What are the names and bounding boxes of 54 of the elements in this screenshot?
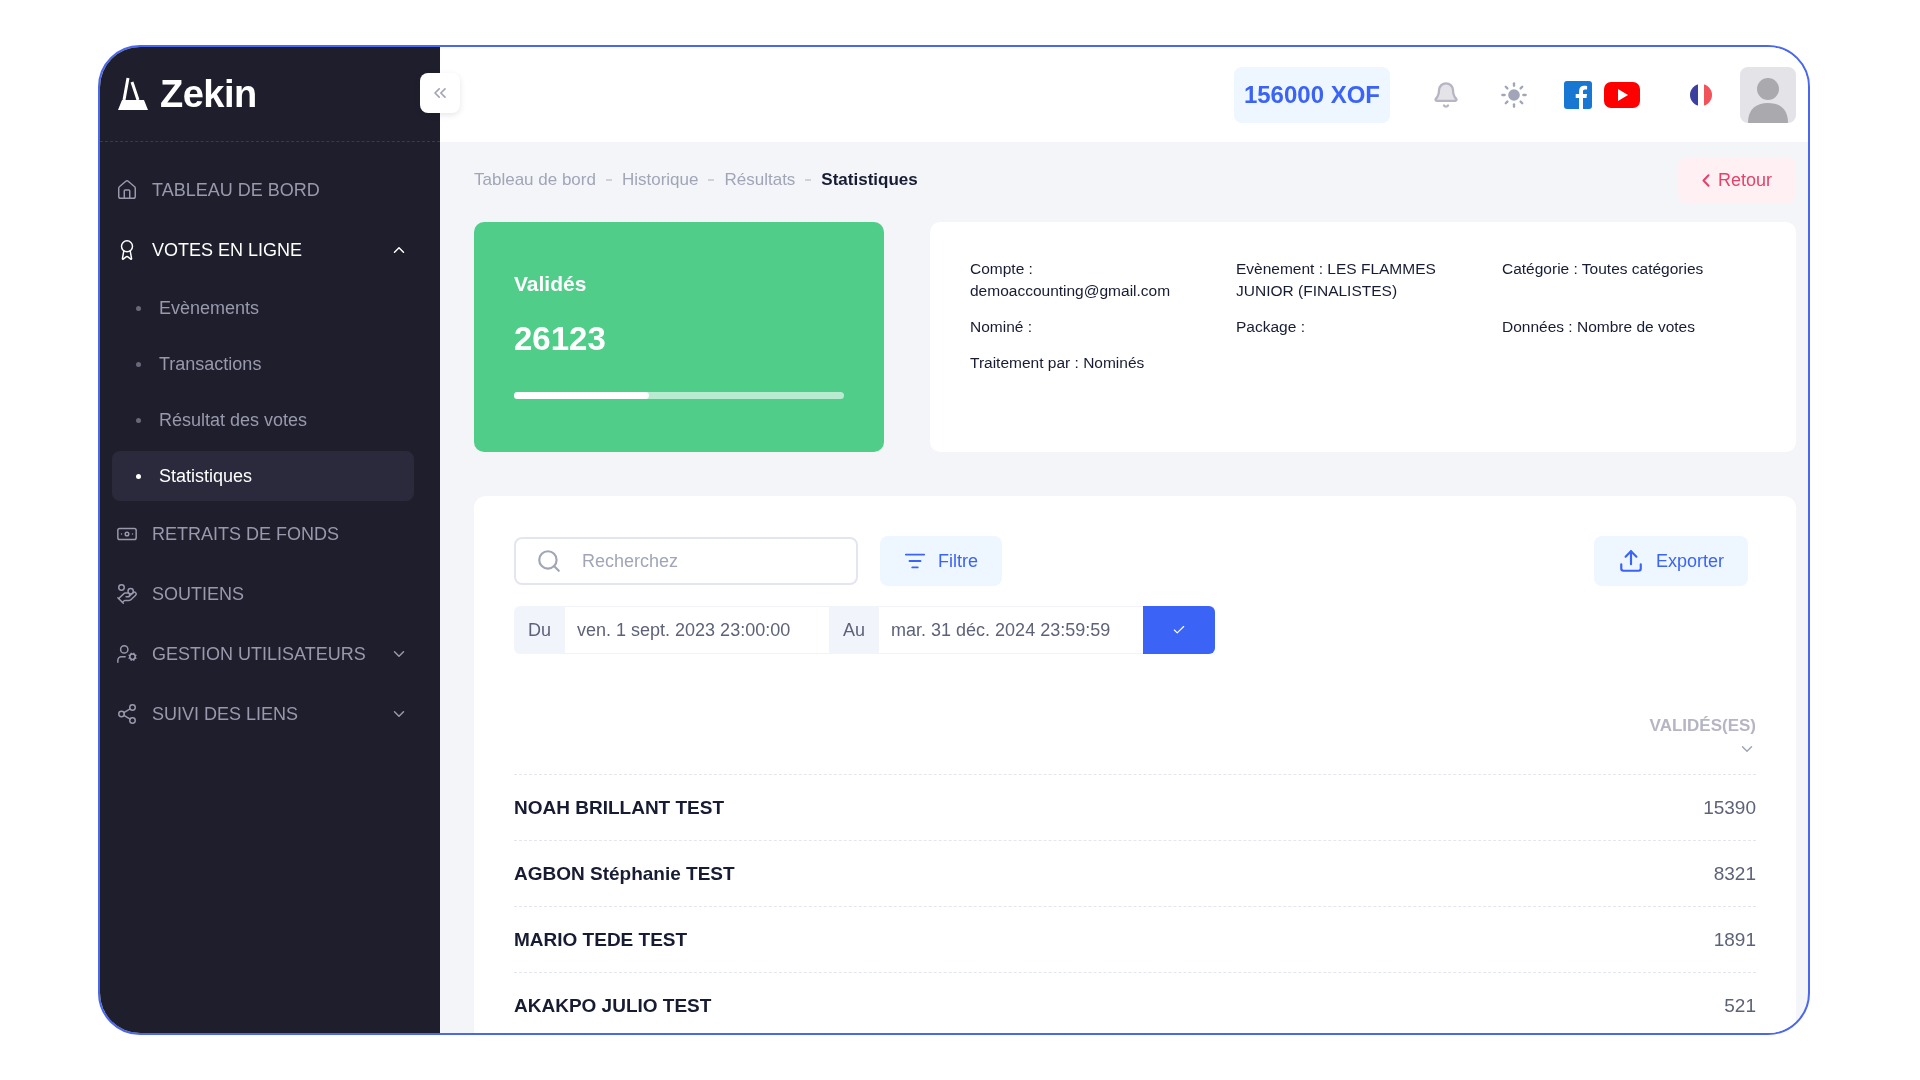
stat-value: 26123 <box>514 320 607 358</box>
info-text: Package : <box>1236 317 1306 337</box>
notifications-button[interactable] <box>1432 80 1460 109</box>
sidebar-item[interactable]: VOTES EN LIGNE <box>112 220 430 280</box>
date-to-label: Au <box>829 606 880 654</box>
sidebar-subitem[interactable]: Evènements <box>112 283 414 333</box>
user-avatar[interactable] <box>1740 66 1796 123</box>
balance-badge: 156000 XOF <box>1233 66 1390 123</box>
apply-dates-button[interactable] <box>1143 606 1216 654</box>
vote-count: 521 <box>1724 994 1756 1017</box>
date-to-field[interactable]: mar. 31 déc. 2024 23:59:59 <box>879 606 1144 654</box>
nominee-name: MARIO TEDE TEST <box>514 928 688 951</box>
sidebar-item[interactable]: RETRAITS DE FONDS <box>112 504 430 564</box>
filter-button[interactable]: Filtre <box>880 536 1002 586</box>
vote-count: 15390 <box>1703 796 1756 819</box>
upload-icon <box>1617 548 1644 574</box>
chevron-left-icon <box>1701 173 1710 187</box>
sidebar-subitem[interactable]: Transactions <box>112 339 414 389</box>
collapse-sidebar-button[interactable] <box>420 73 460 113</box>
search-field[interactable]: Recherchez <box>514 537 858 585</box>
sidebar-item-icon <box>116 583 138 605</box>
sidebar-item[interactable]: GESTION UTILISATEURS <box>112 624 430 684</box>
check-icon <box>1172 623 1187 637</box>
info-text: Catégorie : Toutes catégories <box>1502 259 1705 279</box>
date-from-label: Du <box>514 606 565 654</box>
sidebar-subitem[interactable]: Statistiques <box>112 451 414 501</box>
nominee-name: AGBON Stéphanie TEST <box>514 862 735 885</box>
flag-icon[interactable] <box>1690 83 1712 106</box>
info-text: Evènement : LES FLAMMES JUNIOR (FINALISTES) <box>1236 259 1437 301</box>
date-from-field[interactable]: ven. 1 sept. 2023 23:00:00 <box>565 606 829 654</box>
sidebar-item[interactable]: TABLEAU DE BORD <box>112 160 430 220</box>
sidebar-item-icon <box>116 179 138 201</box>
export-button[interactable]: Exporter <box>1593 536 1748 586</box>
sidebar-item-icon <box>116 643 138 665</box>
theme-toggle-button[interactable] <box>1500 80 1528 109</box>
stat-title: Validés <box>514 272 588 296</box>
vote-count: 8321 <box>1713 862 1756 885</box>
info-text: Compte : demoaccounting@gmail.com <box>970 259 1172 301</box>
vote-count: 1891 <box>1713 928 1756 951</box>
youtube-icon[interactable] <box>1604 81 1640 108</box>
sidebar-subitem[interactable]: Résultat des votes <box>112 395 414 445</box>
sidebar-item[interactable]: SUIVI DES LIENS <box>112 684 430 744</box>
nominee-name: AKAKPO JULIO TEST <box>514 994 712 1017</box>
info-text: Traitement par : Nominés <box>970 353 1146 373</box>
logo-icon <box>116 76 150 112</box>
info-text: Données : Nombre de votes <box>1502 317 1696 337</box>
nominee-name: NOAH BRILLANT TEST <box>514 796 725 819</box>
sidebar-item-icon <box>116 703 138 725</box>
logo-text: Zekin <box>160 72 257 116</box>
facebook-icon[interactable] <box>1564 80 1592 109</box>
sidebar-item[interactable]: SOUTIENS <box>112 564 430 624</box>
breadcrumb-link[interactable]: Statistiques <box>821 170 918 190</box>
back-button[interactable]: Retour <box>1677 157 1796 203</box>
info-text: Nominé : <box>970 317 1034 337</box>
